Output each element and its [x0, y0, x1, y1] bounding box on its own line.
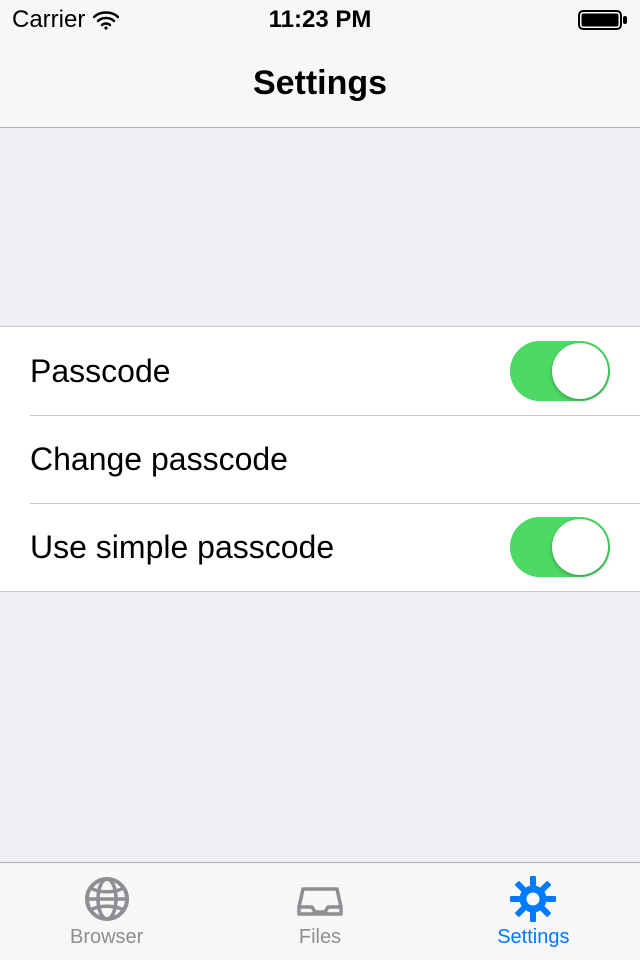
status-left: Carrier — [12, 6, 119, 34]
simple-passcode-toggle[interactable] — [510, 517, 610, 577]
simple-passcode-label: Use simple passcode — [30, 529, 334, 566]
status-time: 11:23 PM — [269, 6, 372, 34]
battery-icon — [578, 9, 628, 31]
passcode-label: Passcode — [30, 353, 171, 390]
tab-bar: Browser Files — [0, 862, 640, 960]
toggle-knob — [552, 519, 608, 575]
tab-browser-label: Browser — [70, 926, 143, 949]
status-bar: Carrier 11:23 PM — [0, 0, 640, 40]
passcode-cell[interactable]: Passcode — [0, 327, 640, 415]
change-passcode-label: Change passcode — [30, 441, 288, 478]
tab-browser[interactable]: Browser — [0, 863, 213, 960]
content: Passcode Change passcode Use simple pass… — [0, 128, 640, 862]
carrier-label: Carrier — [12, 6, 85, 34]
settings-group: Passcode Change passcode Use simple pass… — [0, 326, 640, 592]
status-right — [578, 9, 628, 31]
tab-files-label: Files — [299, 926, 341, 949]
tab-files[interactable]: Files — [213, 863, 426, 960]
tab-settings-label: Settings — [497, 926, 569, 949]
passcode-toggle[interactable] — [510, 341, 610, 401]
content-spacer — [0, 128, 640, 326]
simple-passcode-cell[interactable]: Use simple passcode — [0, 503, 640, 591]
gear-icon — [508, 874, 558, 924]
globe-icon — [82, 874, 132, 924]
tab-settings[interactable]: Settings — [427, 863, 640, 960]
change-passcode-cell[interactable]: Change passcode — [0, 415, 640, 503]
wifi-icon — [93, 10, 119, 30]
toggle-knob — [552, 343, 608, 399]
page-title: Settings — [253, 64, 387, 103]
inbox-icon — [295, 874, 345, 924]
nav-bar: Settings — [0, 40, 640, 128]
